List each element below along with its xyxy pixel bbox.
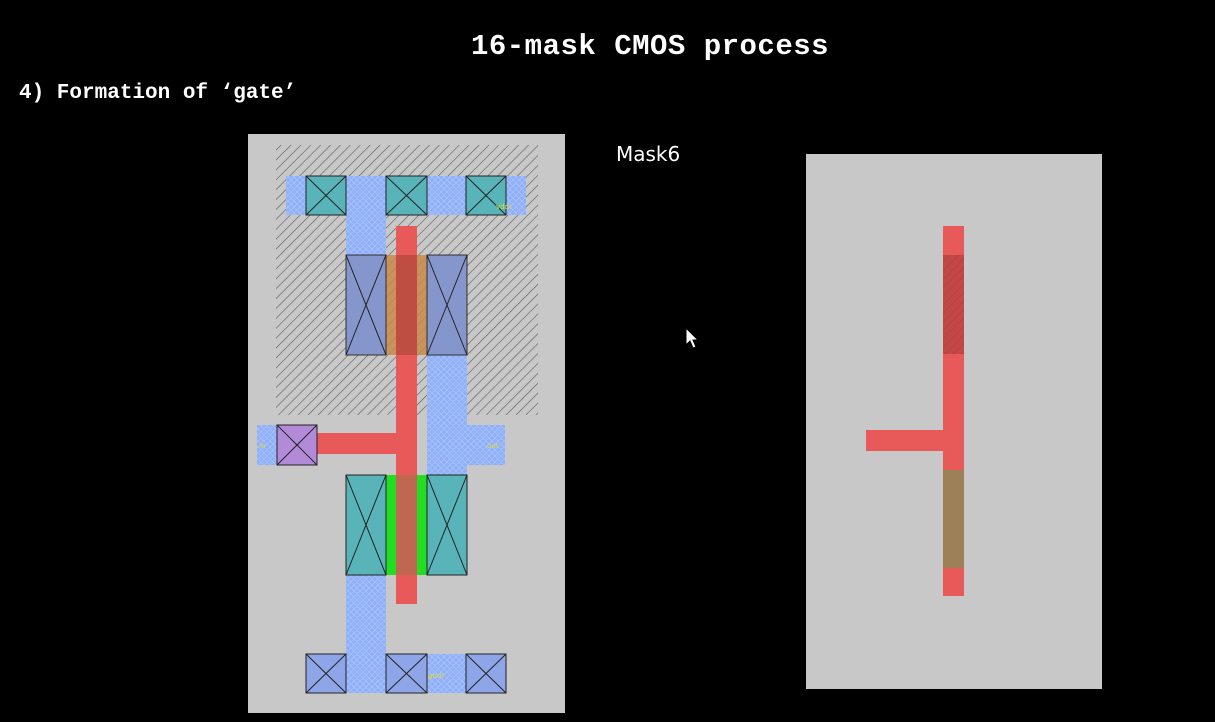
nmos-contact-left [345,474,387,576]
pmos-contact-right [426,254,468,356]
gnd-contact-3 [465,653,507,694]
mask6-pmos-gate-hatch [943,255,964,354]
mask6-nmos-gate [943,470,964,568]
gnd-label: gnd! [428,672,444,680]
pmos-gate-overlap [396,255,417,355]
nmos-contact-right [426,474,468,576]
full-layout-panel: vdd! in out gnd! [248,134,565,713]
mouse-pointer-icon [685,327,700,349]
cmos-layout-diagram: vdd! in out gnd! [248,134,1102,713]
gnd-contact-2 [385,653,428,694]
input-label: in [259,442,265,450]
mask6-panel [806,154,1102,689]
input-poly-contact [276,424,318,466]
vdd-label: vdd! [496,203,512,211]
pmos-contact-left [345,254,387,356]
poly-input-stub [317,433,417,454]
nmos-gate-overlap [396,475,417,575]
output-label: out [487,442,499,450]
vdd-contact-2 [385,175,428,216]
vdd-contact-1 [305,175,347,216]
mask6-poly-horizontal [866,430,964,451]
gnd-contact-1 [305,653,347,694]
